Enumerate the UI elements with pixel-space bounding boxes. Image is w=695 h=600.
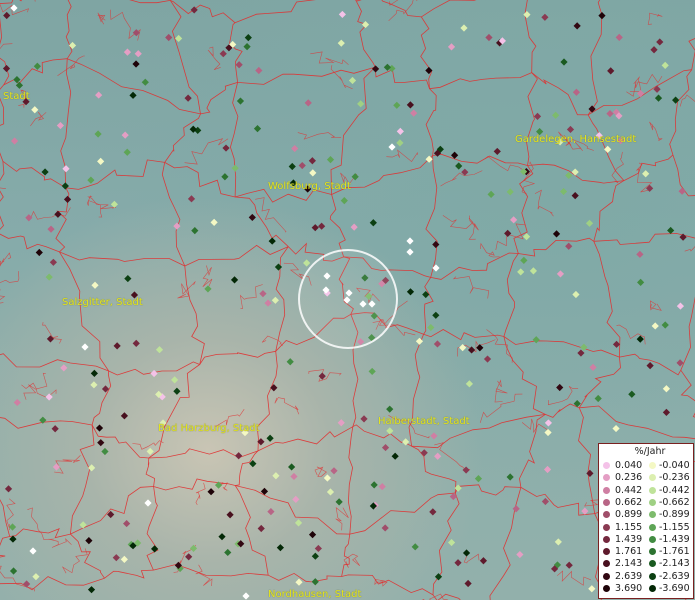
legend-swatch <box>649 572 656 580</box>
city-label: Halberstadt, Stadt <box>378 416 470 427</box>
legend-swatch <box>603 498 610 506</box>
legend-swatch <box>603 585 610 592</box>
legend-row: 1.761 -1.761 <box>601 546 693 558</box>
legend-value: -1.439 <box>659 533 690 545</box>
city-label: Nordhausen, Stadt <box>268 589 362 600</box>
legend-swatch <box>649 474 656 482</box>
legend-value: 0.899 <box>615 509 643 521</box>
legend-swatch <box>603 511 610 519</box>
legend-value: -0.236 <box>659 472 690 484</box>
legend-row: 0.662 -0.662 <box>601 497 693 509</box>
legend-value: 2.143 <box>615 558 643 570</box>
legend-row: 1.439 -1.439 <box>601 534 693 546</box>
legend-value: -0.899 <box>659 509 690 521</box>
legend-row: 2.639 -2.639 <box>601 571 693 583</box>
city-label: Bad Harzburg, Stadt <box>158 423 260 434</box>
legend-value: 0.236 <box>615 472 643 484</box>
legend-value: -0.662 <box>659 496 690 508</box>
city-label: Stadt <box>3 91 30 102</box>
legend-value: -3.690 <box>659 583 690 594</box>
legend-row: 0.442 -0.442 <box>601 485 693 497</box>
legend-row: 3.690 -3.690 <box>601 583 693 595</box>
legend-swatch <box>649 498 656 506</box>
legend-value: 2.639 <box>615 570 643 582</box>
legend-row: 0.040 -0.040 <box>601 460 693 472</box>
legend-swatch <box>649 548 656 556</box>
legend-swatch <box>649 535 656 543</box>
city-label: Gardelegen, Hansestadt <box>515 134 637 145</box>
legend-row: 0.899 -0.899 <box>601 509 693 521</box>
legend-row: 2.143 -2.143 <box>601 558 693 570</box>
legend: %/Jahr 0.040 -0.040 0.236 -0.236 0.442 -0.442… <box>598 443 694 599</box>
legend-value: -0.040 <box>659 460 690 471</box>
legend-value: -1.155 <box>659 521 690 533</box>
legend-swatch <box>603 560 610 568</box>
legend-swatch <box>603 548 610 556</box>
legend-value: -0.442 <box>659 484 690 496</box>
legend-value: -2.639 <box>659 570 690 582</box>
legend-value: 3.690 <box>615 583 643 594</box>
legend-value: 1.761 <box>615 546 643 558</box>
legend-swatch <box>603 486 610 494</box>
legend-swatch <box>649 511 656 519</box>
legend-title: %/Jahr <box>634 446 666 457</box>
legend-row: 1.155 -1.155 <box>601 522 693 534</box>
legend-value: 1.439 <box>615 533 643 545</box>
map-canvas[interactable]: Stadt Wolfsburg, Stadt Gardelegen, Hanse… <box>0 0 695 600</box>
legend-swatch <box>603 535 610 543</box>
legend-value: 0.662 <box>615 496 643 508</box>
legend-swatch <box>649 486 656 494</box>
legend-value: -1.761 <box>659 546 690 558</box>
city-label: Salzgitter, Stadt <box>62 297 143 308</box>
legend-swatch <box>649 560 656 568</box>
legend-row: 0.236 -0.236 <box>601 472 693 484</box>
legend-swatch <box>649 585 656 592</box>
legend-swatch <box>603 523 610 531</box>
legend-swatch <box>603 474 610 482</box>
legend-swatch <box>603 462 610 469</box>
legend-value: 0.040 <box>615 460 643 471</box>
city-label: Wolfsburg, Stadt <box>268 181 351 192</box>
legend-value: -2.143 <box>659 558 690 570</box>
legend-value: 1.155 <box>615 521 643 533</box>
legend-swatch <box>649 462 656 469</box>
legend-swatch <box>603 572 610 580</box>
legend-value: 0.442 <box>615 484 643 496</box>
legend-swatch <box>649 523 656 531</box>
